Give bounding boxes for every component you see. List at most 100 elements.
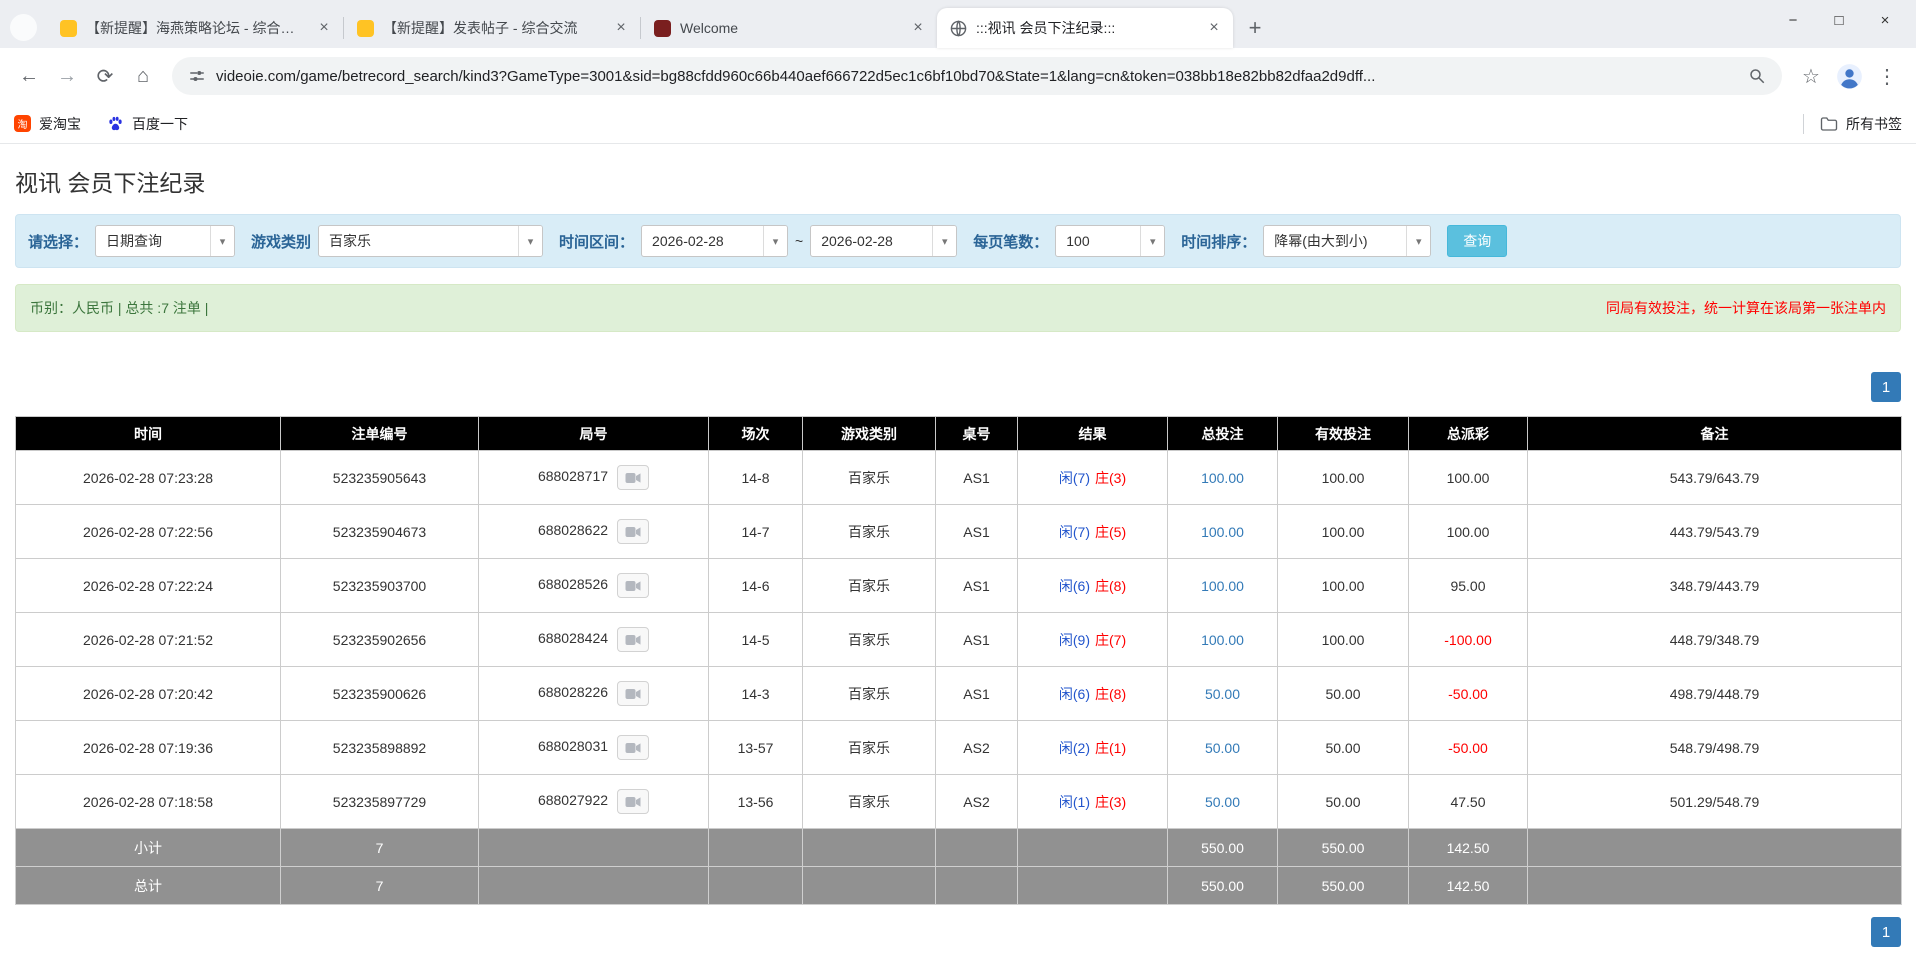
- chevron-down-icon[interactable]: ▾: [1406, 226, 1430, 256]
- cell-session: 14-8: [709, 451, 803, 505]
- maximize-button[interactable]: □: [1816, 0, 1862, 40]
- search-lens-icon[interactable]: [1748, 67, 1766, 85]
- cell-payout: -50.00: [1409, 667, 1528, 721]
- site-info-icon[interactable]: [188, 67, 206, 85]
- new-tab-button[interactable]: +: [1239, 12, 1271, 44]
- back-icon[interactable]: ←: [10, 57, 48, 95]
- page-1-button[interactable]: 1: [1871, 372, 1901, 402]
- bookmark-taobao[interactable]: 淘 爱淘宝: [14, 114, 81, 134]
- cell-valid-bet: 100.00: [1278, 451, 1409, 505]
- tab-close-icon[interactable]: ×: [315, 19, 333, 37]
- replay-video-button[interactable]: [617, 627, 649, 652]
- cell-round-no: 688028717: [479, 451, 709, 505]
- replay-video-button[interactable]: [617, 789, 649, 814]
- menu-icon[interactable]: ⋮: [1868, 57, 1906, 95]
- tab-close-icon[interactable]: ×: [1205, 19, 1223, 37]
- replay-video-button[interactable]: [617, 519, 649, 544]
- sort-order-select[interactable]: 降幂(由大到小) ▾: [1263, 225, 1431, 257]
- chevron-down-icon[interactable]: ▾: [932, 226, 956, 256]
- chevron-down-icon[interactable]: ▾: [210, 226, 234, 256]
- close-window-button[interactable]: ×: [1862, 0, 1908, 40]
- cell-round-no: 688027922: [479, 775, 709, 829]
- tab-close-icon[interactable]: ×: [909, 19, 927, 37]
- total-total-bet: 550.00: [1168, 867, 1278, 905]
- home-icon[interactable]: ⌂: [124, 57, 162, 95]
- tab-title: 【新提醒】发表帖子 - 综合交流: [383, 18, 603, 38]
- table-row: 2026-02-28 07:23:28 523235905643 6880287…: [16, 451, 1902, 505]
- url-text[interactable]: videoie.com/game/betrecord_search/kind3?…: [216, 68, 1375, 85]
- bookmark-star-icon[interactable]: ☆: [1792, 57, 1830, 95]
- date-to-input[interactable]: 2026-02-28 ▾: [810, 225, 957, 257]
- cell-time: 2026-02-28 07:22:56: [16, 505, 281, 559]
- cell-round-no: 688028526: [479, 559, 709, 613]
- cell-game-type: 百家乐: [803, 667, 936, 721]
- cell-game-type: 百家乐: [803, 505, 936, 559]
- total-bet-link[interactable]: 100.00: [1201, 632, 1244, 648]
- search-button[interactable]: 查询: [1447, 225, 1507, 257]
- game-type-select[interactable]: 百家乐 ▾: [318, 225, 543, 257]
- cell-valid-bet: 50.00: [1278, 667, 1409, 721]
- replay-video-button[interactable]: [617, 681, 649, 706]
- cell-session: 13-56: [709, 775, 803, 829]
- replay-video-button[interactable]: [617, 573, 649, 598]
- tab-welcome[interactable]: Welcome ×: [641, 8, 937, 48]
- cell-payout: -50.00: [1409, 721, 1528, 775]
- replay-video-button[interactable]: [617, 735, 649, 760]
- cell-time: 2026-02-28 07:23:28: [16, 451, 281, 505]
- subtotal-valid-bet: 550.00: [1278, 829, 1409, 867]
- total-bet-link[interactable]: 50.00: [1205, 686, 1240, 702]
- forward-icon[interactable]: →: [48, 57, 86, 95]
- bookmark-label: 爱淘宝: [39, 114, 81, 134]
- tab-bet-records-active[interactable]: :::视讯 会员下注纪录::: ×: [937, 8, 1233, 48]
- tab-title: Welcome: [680, 20, 900, 36]
- profile-avatar-icon[interactable]: [1834, 61, 1864, 91]
- footer-empty-cell: [1018, 829, 1168, 867]
- taobao-icon: 淘: [14, 115, 31, 132]
- total-bet-link[interactable]: 100.00: [1201, 524, 1244, 540]
- cell-total-bet: 100.00: [1168, 505, 1278, 559]
- folder-icon: [1820, 116, 1838, 132]
- tab-forum-post[interactable]: 【新提醒】发表帖子 - 综合交流 ×: [344, 8, 640, 48]
- cell-table-no: AS1: [936, 451, 1018, 505]
- total-bet-link[interactable]: 50.00: [1205, 740, 1240, 756]
- cell-time: 2026-02-28 07:22:24: [16, 559, 281, 613]
- cell-time: 2026-02-28 07:18:58: [16, 775, 281, 829]
- cell-note: 448.79/348.79: [1528, 613, 1902, 667]
- bookmark-baidu[interactable]: 百度一下: [107, 114, 188, 134]
- cell-result: 闲(9)庄(7): [1018, 613, 1168, 667]
- all-bookmarks-button[interactable]: 所有书签: [1820, 114, 1902, 134]
- chevron-down-icon[interactable]: ▾: [763, 226, 787, 256]
- footer-empty-cell: [479, 829, 709, 867]
- table-header-row: 时间 注单编号 局号 场次 游戏类别 桌号 结果 总投注 有效投注 总派彩 备注: [16, 417, 1902, 451]
- filter-bar: 请选择： 日期查询 ▾ 游戏类别 百家乐 ▾ 时间区间： 2026-02-28 …: [15, 214, 1901, 268]
- query-type-select[interactable]: 日期查询 ▾: [95, 225, 235, 257]
- cell-game-type: 百家乐: [803, 721, 936, 775]
- welcome-favicon: [654, 20, 671, 37]
- cell-result: 闲(2)庄(1): [1018, 721, 1168, 775]
- date-from-input[interactable]: 2026-02-28 ▾: [641, 225, 788, 257]
- cell-total-bet: 50.00: [1168, 721, 1278, 775]
- page-1-button[interactable]: 1: [1871, 917, 1901, 947]
- cell-valid-bet: 100.00: [1278, 559, 1409, 613]
- table-row: 2026-02-28 07:18:58 523235897729 6880279…: [16, 775, 1902, 829]
- total-payout: 142.50: [1409, 867, 1528, 905]
- cell-bet-no: 523235898892: [281, 721, 479, 775]
- reload-icon[interactable]: ⟳: [86, 57, 124, 95]
- cell-valid-bet: 50.00: [1278, 775, 1409, 829]
- pagination-top: 1: [15, 372, 1901, 402]
- total-bet-link[interactable]: 100.00: [1201, 470, 1244, 486]
- tab-forum-thread[interactable]: 【新提醒】海燕策略论坛 - 综合… ×: [47, 8, 343, 48]
- header-game-type: 游戏类别: [803, 417, 936, 451]
- total-bet-link[interactable]: 50.00: [1205, 794, 1240, 810]
- page-size-select[interactable]: 100 ▾: [1055, 225, 1165, 257]
- chevron-down-icon[interactable]: ▾: [518, 226, 542, 256]
- chevron-down-icon[interactable]: ▾: [1140, 226, 1164, 256]
- replay-video-button[interactable]: [617, 465, 649, 490]
- header-payout: 总派彩: [1409, 417, 1528, 451]
- range-separator: ~: [795, 233, 803, 249]
- minimize-button[interactable]: −: [1770, 0, 1816, 40]
- total-bet-link[interactable]: 100.00: [1201, 578, 1244, 594]
- url-bar[interactable]: videoie.com/game/betrecord_search/kind3?…: [172, 57, 1782, 95]
- tab-close-icon[interactable]: ×: [612, 19, 630, 37]
- subtotal-label: 小计: [16, 829, 281, 867]
